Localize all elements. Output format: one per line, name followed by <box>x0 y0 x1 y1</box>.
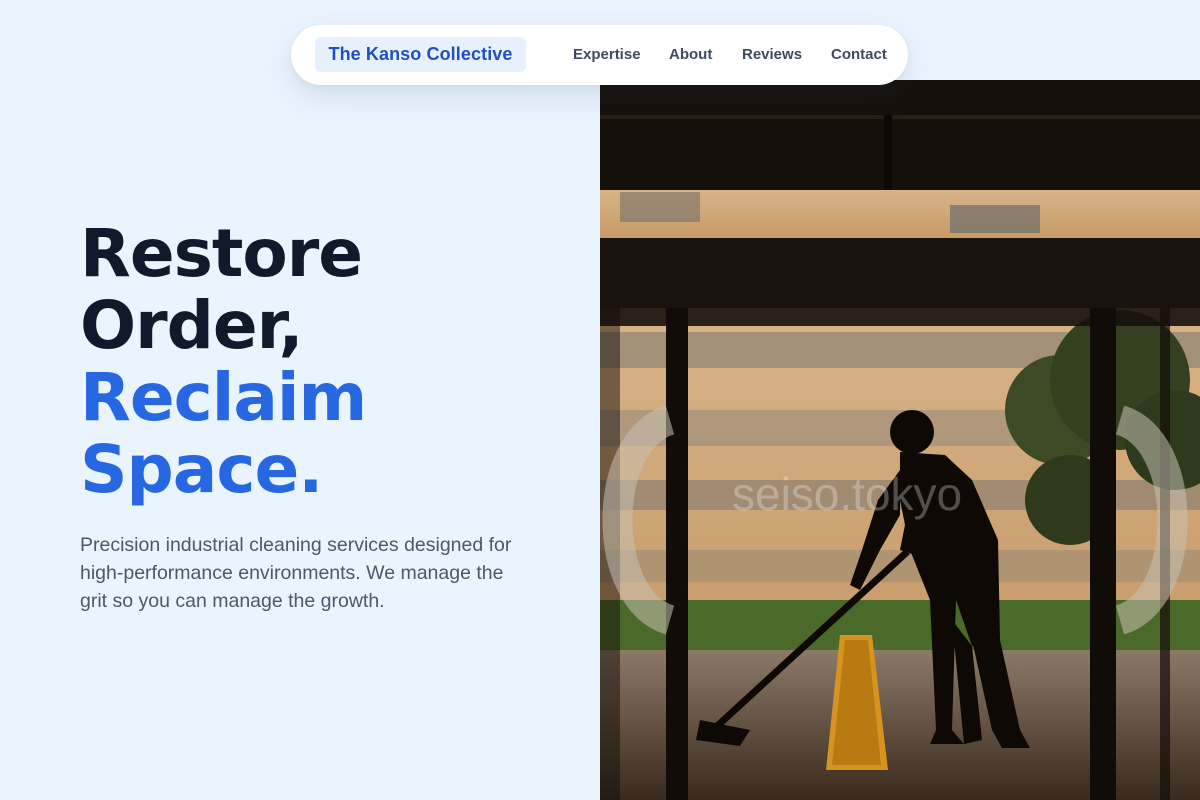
hero-headline: Restore Order, Reclaim Space. <box>80 215 367 508</box>
top-navigation: The Kanso Collective Expertise About Rev… <box>291 25 908 85</box>
nav-link-reviews[interactable]: Reviews <box>742 46 802 63</box>
headline-line-2: Order, <box>80 287 304 364</box>
hero-photo: seiso.tokyo <box>600 80 1200 800</box>
nav-link-about[interactable]: About <box>669 46 712 63</box>
nav-link-contact[interactable]: Contact <box>831 46 887 63</box>
janitor-mopping-illustration: seiso.tokyo <box>600 80 1200 800</box>
headline-line-3: Reclaim <box>80 359 367 436</box>
headline-line-1: Restore <box>80 215 363 292</box>
brand-logo[interactable]: The Kanso Collective <box>315 37 526 72</box>
headline-line-4: Space. <box>80 431 323 508</box>
nav-link-expertise[interactable]: Expertise <box>573 46 641 63</box>
watermark-text: seiso.tokyo <box>732 468 962 520</box>
hero-subtext: Precision industrial cleaning services d… <box>80 534 512 612</box>
